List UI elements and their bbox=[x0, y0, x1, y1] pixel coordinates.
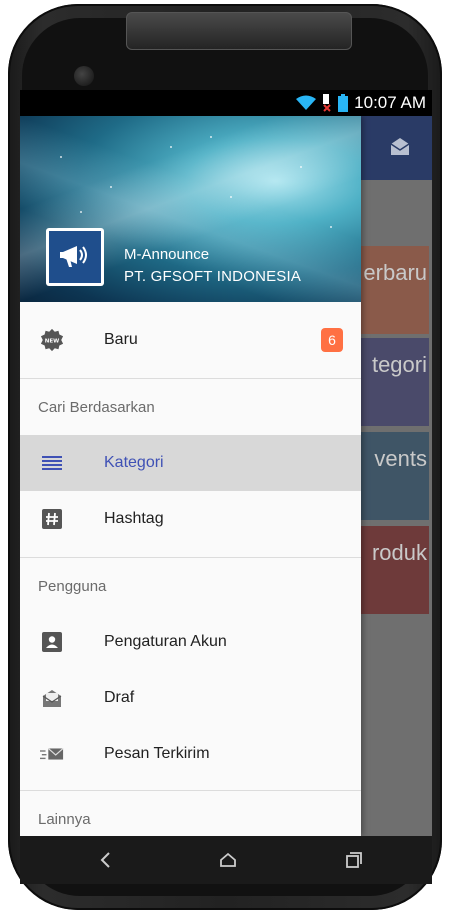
drawer-header: M-Announce PT. GFSOFT INDONESIA bbox=[20, 116, 361, 302]
front-camera bbox=[74, 66, 94, 86]
account-icon bbox=[40, 630, 64, 654]
back-icon[interactable] bbox=[94, 848, 118, 872]
menu-item-kategori[interactable]: Kategori bbox=[20, 435, 361, 491]
recents-icon[interactable] bbox=[342, 848, 366, 872]
status-bar: 10:07 AM bbox=[20, 90, 432, 116]
app-logo bbox=[46, 228, 104, 286]
megaphone-icon bbox=[57, 237, 93, 278]
home-icon[interactable] bbox=[216, 848, 240, 872]
section-header-other: Lainnya bbox=[38, 811, 91, 828]
new-count-badge: 6 bbox=[321, 328, 343, 352]
app-name: M-Announce bbox=[124, 246, 210, 263]
speaker-grille bbox=[126, 12, 352, 50]
section-header-user: Pengguna bbox=[38, 578, 107, 595]
navigation-drawer: M-Announce PT. GFSOFT INDONESIA NEW Baru… bbox=[20, 116, 361, 836]
screen: 10:07 AM erbaru tegori vents roduk M-Ann… bbox=[20, 90, 432, 836]
system-nav-bar bbox=[20, 836, 432, 884]
menu-item-label: Baru bbox=[104, 331, 138, 348]
list-icon bbox=[40, 451, 64, 475]
company-name: PT. GFSOFT INDONESIA bbox=[124, 268, 302, 285]
menu-item-label: Kategori bbox=[104, 454, 164, 471]
mail-icon[interactable] bbox=[388, 134, 412, 163]
sent-icon bbox=[40, 742, 64, 766]
menu-item-label: Pengaturan Akun bbox=[104, 633, 227, 650]
draft-icon bbox=[40, 686, 64, 710]
menu-item-draf[interactable]: Draf bbox=[20, 670, 361, 726]
signal-icon bbox=[322, 94, 332, 112]
menu-item-pengaturan-akun[interactable]: Pengaturan Akun bbox=[20, 614, 361, 670]
svg-text:NEW: NEW bbox=[45, 338, 59, 344]
menu-item-pesan-terkirim[interactable]: Pesan Terkirim bbox=[20, 726, 361, 782]
menu-item-label: Pesan Terkirim bbox=[104, 745, 210, 762]
menu-item-label: Hashtag bbox=[104, 510, 164, 527]
menu-item-label: Draf bbox=[104, 689, 135, 706]
hashtag-icon bbox=[40, 507, 64, 531]
wifi-icon bbox=[296, 95, 317, 111]
section-header-search: Cari Berdasarkan bbox=[38, 399, 155, 416]
status-time: 10:07 AM bbox=[354, 93, 426, 112]
battery-icon bbox=[338, 94, 349, 112]
new-badge-icon: NEW bbox=[40, 328, 64, 352]
menu-item-hashtag[interactable]: Hashtag bbox=[20, 491, 361, 547]
menu-item-baru[interactable]: NEW Baru 6 bbox=[20, 302, 361, 378]
